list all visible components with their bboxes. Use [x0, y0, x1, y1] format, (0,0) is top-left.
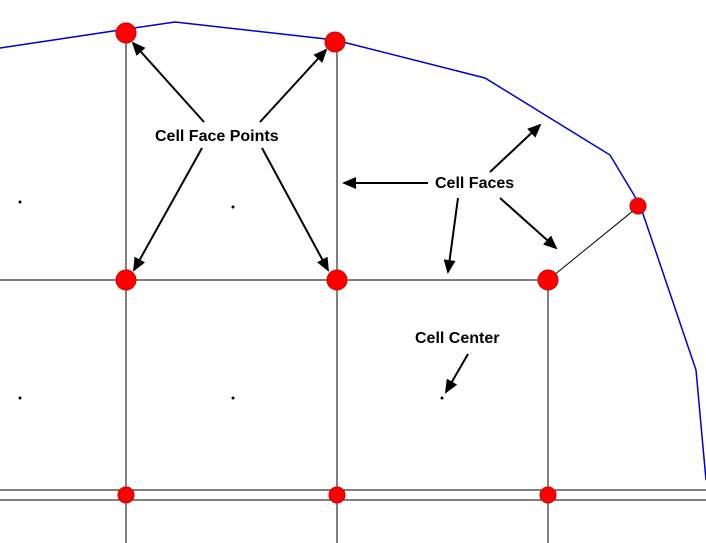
cell-face-point-node — [630, 198, 646, 214]
arrow-cf-2 — [490, 125, 540, 172]
cell-face-point-node — [116, 23, 136, 43]
cell-face-point-node — [116, 270, 136, 290]
grid-diagonal-1 — [548, 206, 639, 280]
arrow-cfp-2 — [260, 50, 326, 122]
arrow-cf-3 — [448, 198, 458, 272]
cell-center-dot — [232, 397, 235, 400]
arrow-cf-4 — [500, 198, 556, 248]
arrow-cfp-3 — [134, 148, 202, 270]
arrow-cfp-1 — [133, 43, 204, 122]
cell-face-point-node — [540, 487, 556, 503]
cell-face-point-node — [118, 487, 134, 503]
cell-face-point-node — [329, 487, 345, 503]
label-cell-faces: Cell Faces — [435, 175, 514, 193]
cell-center-dot — [19, 201, 22, 204]
arrow-cc-1 — [446, 354, 468, 392]
label-cell-center: Cell Center — [415, 330, 499, 348]
label-cell-face-points: Cell Face Points — [155, 128, 279, 146]
cell-center-dot — [232, 206, 235, 209]
boundary-curve — [0, 22, 706, 480]
mesh-diagram — [0, 0, 706, 543]
arrow-cfp-4 — [262, 148, 328, 270]
cell-face-point-node — [325, 32, 345, 52]
cell-center-dot — [441, 397, 444, 400]
cell-face-point-node — [538, 270, 558, 290]
cell-center-dot — [19, 397, 22, 400]
cell-face-point-node — [327, 270, 347, 290]
